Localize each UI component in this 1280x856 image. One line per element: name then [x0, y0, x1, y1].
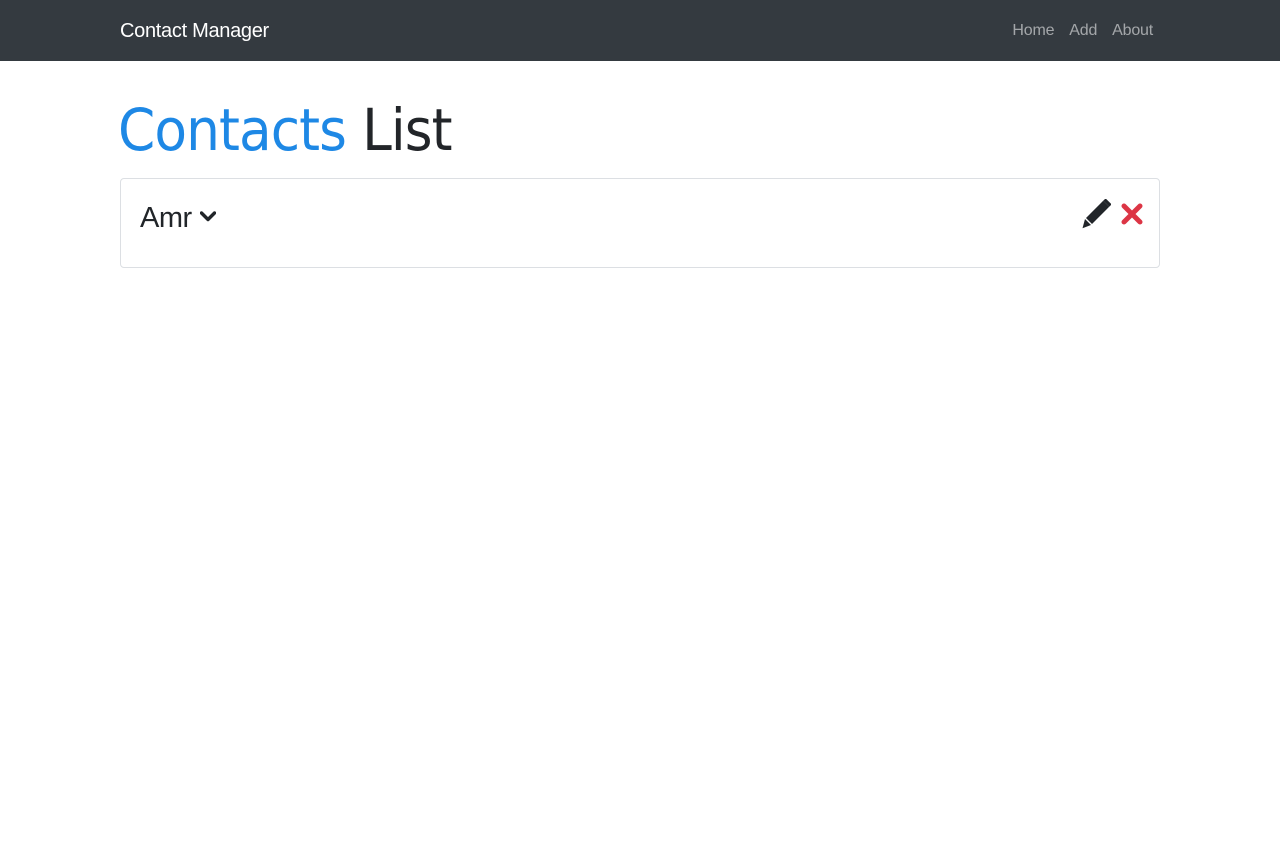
page-title-accent: Contacts [118, 96, 347, 164]
contact-actions [1081, 199, 1143, 231]
contact-card: Amr [120, 178, 1160, 268]
nav-link-home[interactable]: Home [1012, 22, 1054, 40]
page-title: Contacts List [118, 95, 453, 165]
times-icon[interactable] [1121, 202, 1143, 226]
contact-toggle[interactable]: Amr [140, 202, 216, 235]
navbar: Contact Manager Home Add About [0, 0, 1280, 61]
nav-link-about[interactable]: About [1112, 22, 1153, 40]
brand-link[interactable]: Contact Manager [120, 0, 269, 61]
pencil-icon[interactable] [1081, 199, 1111, 231]
nav-links: Home Add About [1012, 0, 1153, 61]
chevron-down-icon[interactable] [199, 210, 216, 223]
page-title-rest: List [362, 96, 453, 164]
nav-link-add[interactable]: Add [1069, 22, 1097, 40]
contact-name: Amr [140, 202, 192, 234]
